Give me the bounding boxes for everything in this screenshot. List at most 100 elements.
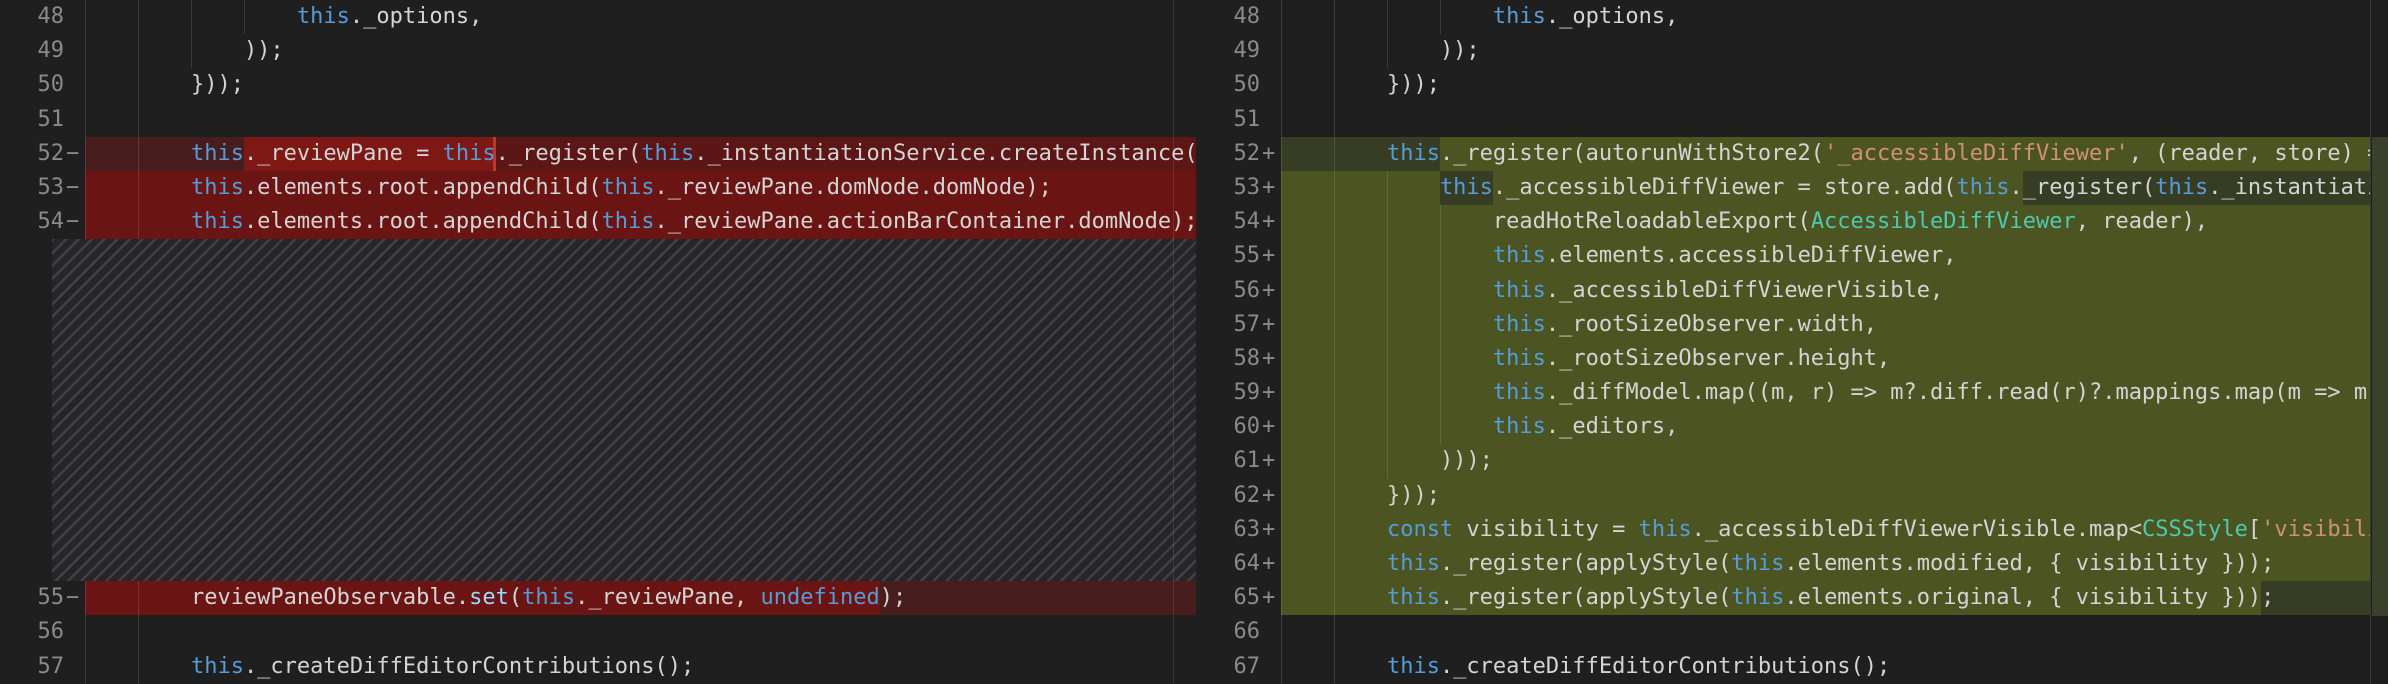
code-line[interactable]: 66 [1196,615,2370,649]
code-line[interactable]: 48this._options, [0,0,1196,34]
line-number[interactable]: 53 [0,171,64,205]
code-line[interactable]: 49)); [0,34,1196,68]
code-line[interactable]: 61+))); [1196,444,2370,478]
line-number[interactable]: 58 [1196,342,1260,376]
code-line[interactable]: 53−this.elements.root.appendChild(this._… [0,171,1196,205]
gutter[interactable]: 50 [1196,68,1281,102]
gutter[interactable]: 65+ [1196,581,1281,615]
line-number[interactable]: 57 [1196,308,1260,342]
gutter[interactable]: 64+ [1196,547,1281,581]
line-number[interactable]: 49 [1196,34,1260,68]
gutter[interactable] [0,444,85,478]
code-line[interactable]: 53+this._accessibleDiffViewer = store.ad… [1196,171,2370,205]
code-line[interactable]: 54+readHotReloadableExport(AccessibleDif… [1196,205,2370,239]
line-number[interactable]: 53 [1196,171,1260,205]
line-number[interactable] [0,376,64,410]
line-number[interactable]: 59 [1196,376,1260,410]
gutter[interactable]: 59+ [1196,376,1281,410]
code-line[interactable]: 48this._options, [1196,0,2370,34]
code-line[interactable]: 54−this.elements.root.appendChild(this._… [0,205,1196,239]
code-line[interactable]: 60+this._editors, [1196,410,2370,444]
modified-editor-pane[interactable]: 48this._options,49));50}));5152+this._re… [1196,0,2388,684]
gutter[interactable] [0,308,85,342]
gutter[interactable]: 67 [1196,650,1281,684]
gutter[interactable]: 62+ [1196,479,1281,513]
line-number[interactable]: 51 [1196,103,1260,137]
gutter[interactable]: 51 [1196,103,1281,137]
code-line[interactable]: 64+this._register(applyStyle(this.elemen… [1196,547,2370,581]
line-number[interactable] [0,479,64,513]
code-line[interactable]: 57+this._rootSizeObserver.width, [1196,308,2370,342]
gutter[interactable]: 49 [1196,34,1281,68]
gutter[interactable]: 52+ [1196,137,1281,171]
gutter[interactable]: 58+ [1196,342,1281,376]
line-number[interactable]: 48 [1196,0,1260,34]
code-line[interactable]: 62+})); [1196,479,2370,513]
gutter[interactable]: 56 [0,615,85,649]
line-number[interactable]: 64 [1196,547,1260,581]
line-number[interactable]: 50 [0,68,64,102]
line-number[interactable]: 52 [0,137,64,171]
line-number[interactable] [0,513,64,547]
code-line[interactable]: 56 [0,615,1196,649]
gutter[interactable]: 51 [0,103,85,137]
gutter[interactable] [0,239,85,273]
gutter[interactable]: 66 [1196,615,1281,649]
code-line[interactable]: 50})); [0,68,1196,102]
line-number[interactable] [0,410,64,444]
code-line[interactable]: 52−this._reviewPane = this._register(thi… [0,137,1196,171]
line-number[interactable]: 54 [1196,205,1260,239]
gutter[interactable]: 57+ [1196,308,1281,342]
gutter[interactable]: 53+ [1196,171,1281,205]
line-number[interactable]: 55 [1196,239,1260,273]
line-number[interactable]: 49 [0,34,64,68]
gutter[interactable]: 63+ [1196,513,1281,547]
line-number[interactable]: 52 [1196,137,1260,171]
code-line[interactable]: 55+this.elements.accessibleDiffViewer, [1196,239,2370,273]
code-line[interactable]: 56+this._accessibleDiffViewerVisible, [1196,274,2370,308]
line-number[interactable]: 51 [0,103,64,137]
gutter[interactable]: 49 [0,34,85,68]
line-number[interactable]: 55 [0,581,64,615]
code-line[interactable]: 58+this._rootSizeObserver.height, [1196,342,2370,376]
gutter[interactable]: 60+ [1196,410,1281,444]
code-line[interactable]: 65+this._register(applyStyle(this.elemen… [1196,581,2370,615]
code-line[interactable]: 51 [1196,103,2370,137]
code-line[interactable]: 52+this._register(autorunWithStore2('_ac… [1196,137,2370,171]
overview-ruler[interactable] [2370,0,2388,684]
original-editor-pane[interactable]: 48this._options,49));50}));5152−this._re… [0,0,1196,684]
line-number[interactable]: 60 [1196,410,1260,444]
line-number[interactable]: 62 [1196,479,1260,513]
line-number[interactable]: 63 [1196,513,1260,547]
line-number[interactable]: 56 [0,615,64,649]
code-line[interactable]: 55−reviewPaneObservable.set(this._review… [0,581,1196,615]
line-number[interactable]: 48 [0,0,64,34]
gutter[interactable]: 48 [0,0,85,34]
gutter[interactable]: 55+ [1196,239,1281,273]
line-number[interactable] [0,342,64,376]
gutter[interactable] [0,547,85,581]
gutter[interactable] [0,479,85,513]
code-line[interactable]: 59+this._diffModel.map((m, r) => m?.diff… [1196,376,2370,410]
line-number[interactable]: 66 [1196,615,1260,649]
line-number[interactable] [0,547,64,581]
gutter[interactable]: 55− [0,581,85,615]
line-number[interactable] [0,308,64,342]
gutter[interactable] [0,376,85,410]
code-line[interactable]: 51 [0,103,1196,137]
code-line[interactable]: 67this._createDiffEditorContributions(); [1196,650,2370,684]
gutter[interactable] [0,274,85,308]
gutter[interactable]: 48 [1196,0,1281,34]
line-number[interactable]: 65 [1196,581,1260,615]
line-number[interactable]: 54 [0,205,64,239]
gutter[interactable]: 57 [0,650,85,684]
line-number[interactable] [0,239,64,273]
line-number[interactable]: 50 [1196,68,1260,102]
code-line[interactable]: 63+const visibility = this._accessibleDi… [1196,513,2370,547]
gutter[interactable]: 50 [0,68,85,102]
code-line[interactable]: 57this._createDiffEditorContributions(); [0,650,1196,684]
gutter[interactable]: 61+ [1196,444,1281,478]
code-line[interactable]: 49)); [1196,34,2370,68]
gutter[interactable]: 52− [0,137,85,171]
line-number[interactable] [0,444,64,478]
